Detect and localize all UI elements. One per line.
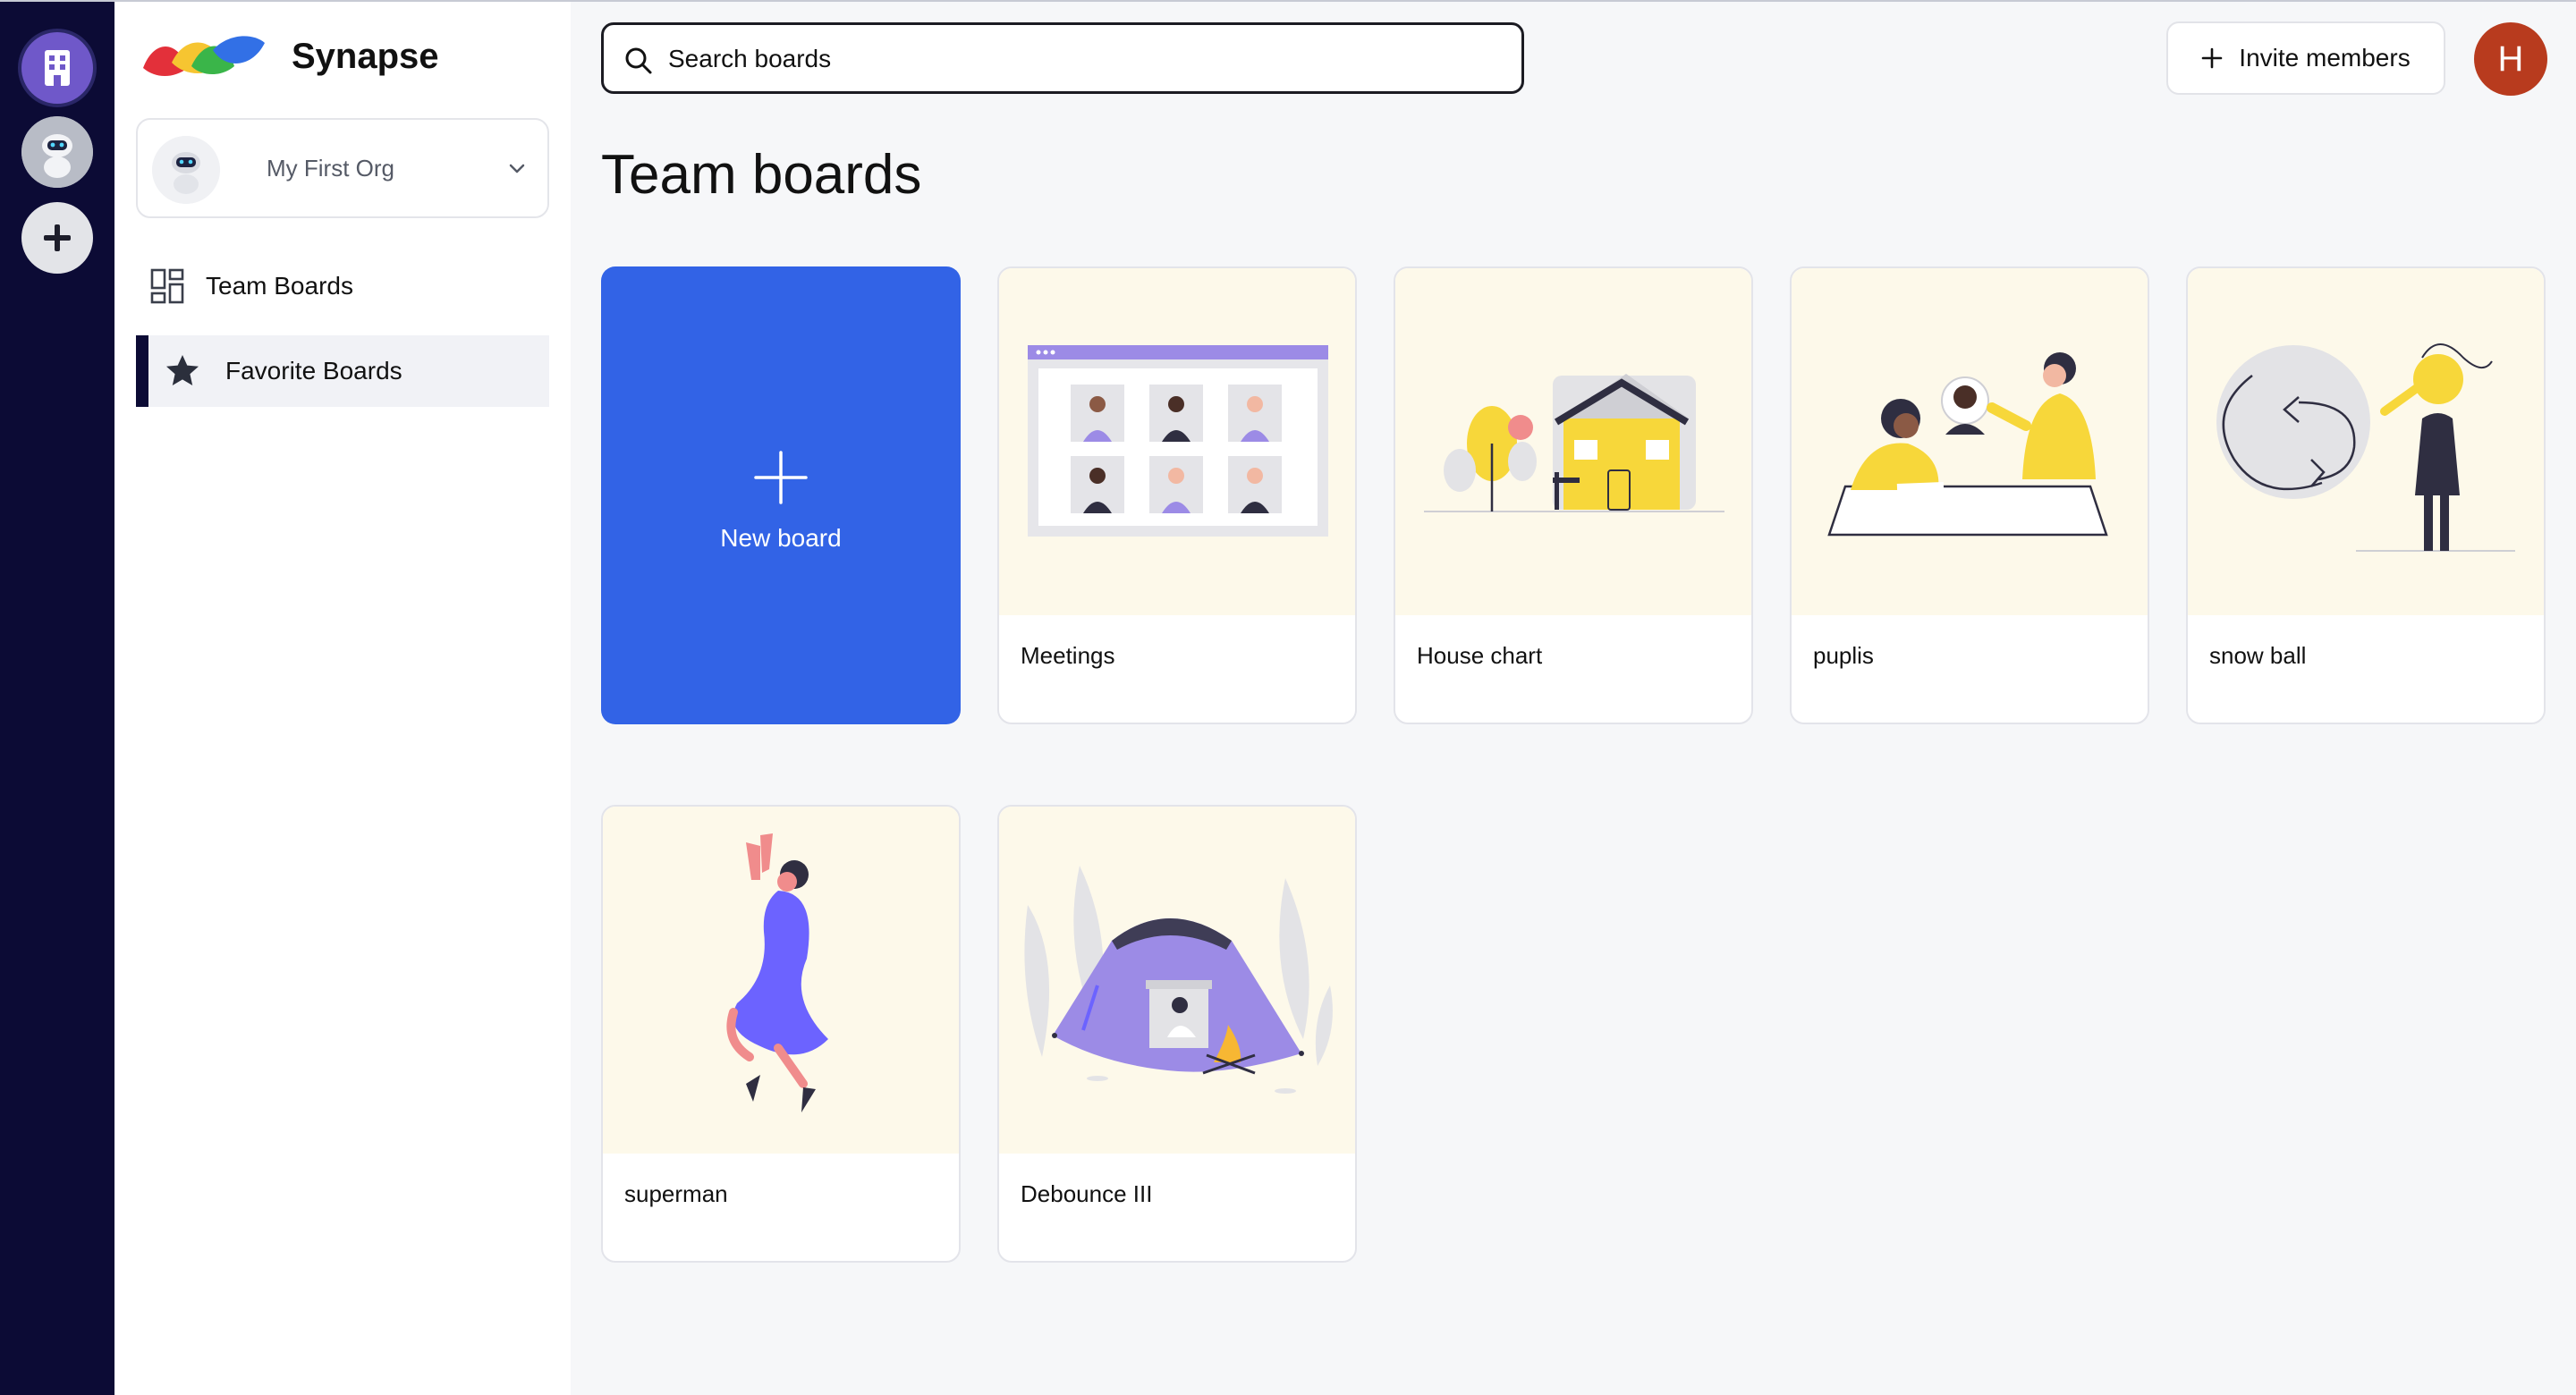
board-name: Debounce III — [1021, 1180, 1153, 1207]
board-name: snow ball — [2209, 642, 2307, 669]
new-board-button[interactable]: New board — [601, 266, 961, 724]
new-board-label: New board — [720, 524, 842, 552]
user-avatar[interactable]: H — [2474, 22, 2547, 96]
search-bar[interactable] — [601, 22, 1524, 94]
org-switcher-building[interactable] — [21, 32, 93, 104]
house-illustration-icon — [1424, 374, 1724, 512]
sidebar: Synapse My First Org Team Boards Favorit… — [114, 2, 571, 1395]
board-name: House chart — [1417, 642, 1543, 669]
board-name: puplis — [1813, 642, 1874, 669]
app-name: Synapse — [292, 36, 439, 76]
invite-members-label: Invite members — [2239, 44, 2411, 72]
sidebar-item-favorite-boards[interactable]: Favorite Boards — [136, 335, 549, 407]
star-icon — [166, 355, 199, 385]
board-card[interactable]: Debounce III — [997, 805, 1357, 1263]
add-org-button[interactable] — [21, 202, 93, 274]
board-thumbnail — [999, 268, 1355, 615]
invite-members-button[interactable]: Invite members — [2166, 21, 2445, 95]
org-rail — [0, 2, 114, 1395]
board-card[interactable]: superman — [601, 805, 961, 1263]
board-thumbnail — [603, 807, 959, 1154]
board-card[interactable]: snow ball — [2186, 266, 2546, 724]
board-thumbnail — [2188, 268, 2544, 615]
building-icon — [45, 50, 70, 86]
chevron-down-icon — [509, 164, 525, 173]
synapse-logo-icon — [143, 36, 265, 76]
sidebar-item-team-boards[interactable]: Team Boards — [136, 250, 549, 322]
board-card[interactable]: House chart — [1394, 266, 1753, 724]
video-call-illustration-icon — [1028, 345, 1328, 537]
flying-woman-illustration-icon — [726, 833, 828, 1112]
team-table-illustration-icon — [1827, 352, 2108, 537]
org-selector[interactable]: My First Org — [136, 118, 549, 218]
active-indicator — [136, 335, 148, 407]
board-name: Meetings — [1021, 642, 1115, 669]
board-card[interactable]: Meetings — [997, 266, 1357, 724]
snowball-illustration-icon — [2216, 343, 2515, 552]
search-icon — [625, 47, 652, 74]
sidebar-item-label: Team Boards — [206, 272, 353, 300]
robot-avatar-icon — [21, 116, 93, 188]
dashboard-icon — [150, 268, 184, 304]
brand[interactable]: Synapse — [141, 32, 439, 80]
robot-avatar-icon — [152, 136, 220, 204]
tent-campfire-illustration-icon — [1024, 866, 1333, 1094]
plus-icon — [44, 224, 71, 251]
search-input[interactable] — [666, 36, 1475, 82]
org-avatar — [152, 136, 220, 204]
page-title: Team boards — [601, 144, 922, 206]
board-name: superman — [624, 1180, 728, 1207]
org-name: My First Org — [267, 155, 394, 182]
sidebar-item-label: Favorite Boards — [225, 357, 402, 385]
org-switcher-robot[interactable] — [21, 116, 93, 188]
board-card[interactable]: puplis — [1790, 266, 2149, 724]
board-thumbnail — [1395, 268, 1751, 615]
plus-icon — [754, 451, 808, 504]
plus-icon — [2201, 47, 2223, 69]
board-thumbnail — [1792, 268, 2148, 615]
board-thumbnail — [999, 807, 1355, 1154]
